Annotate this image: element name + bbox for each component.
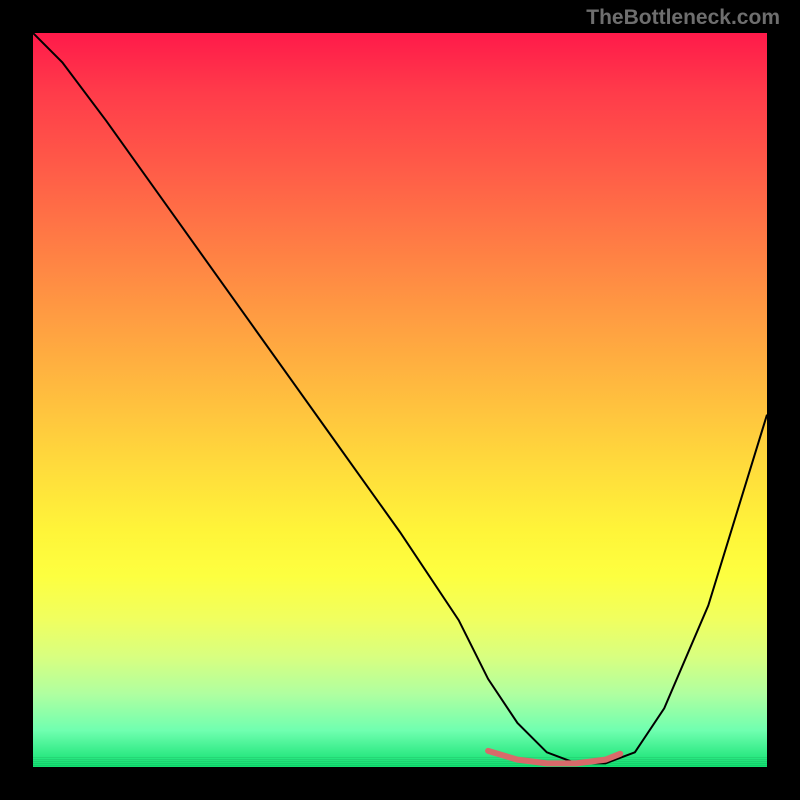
valley-marker-path: [488, 751, 620, 763]
chart-plot-area: [33, 33, 767, 767]
bottleneck-curve-path: [33, 33, 767, 763]
chart-svg: [33, 33, 767, 767]
watermark-text: TheBottleneck.com: [586, 6, 780, 30]
